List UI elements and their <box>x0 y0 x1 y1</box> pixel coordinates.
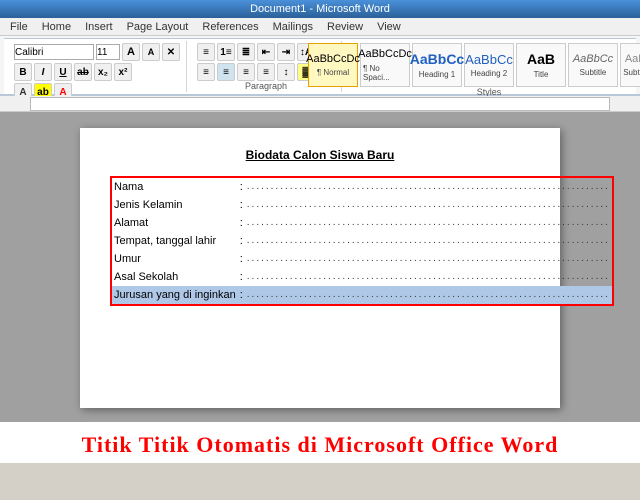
bullets-btn[interactable]: ≡ <box>197 43 215 61</box>
strikethrough-btn[interactable]: ab <box>74 63 92 81</box>
field-row-alamat: Alamat : ...............................… <box>111 214 613 232</box>
colon-2: : <box>238 196 245 214</box>
align-left-btn[interactable]: ≡ <box>197 63 215 81</box>
field-label-alamat: Alamat <box>111 214 238 232</box>
align-right-btn[interactable]: ≡ <box>237 63 255 81</box>
style-subtle-label: Subtle Em... <box>623 68 640 77</box>
menu-references[interactable]: References <box>196 20 264 34</box>
dots-5: ........................................… <box>245 250 613 268</box>
align-center-btn[interactable]: ≡ <box>217 63 235 81</box>
style-normal-preview: AaBbCcDc <box>306 53 360 66</box>
dots-1: ........................................… <box>245 177 613 196</box>
justify-btn[interactable]: ≡ <box>257 63 275 81</box>
menu-pagelayout[interactable]: Page Layout <box>121 20 195 34</box>
style-normal[interactable]: AaBbCcDc ¶ Normal <box>308 43 358 87</box>
superscript-btn[interactable]: x² <box>114 63 132 81</box>
style-title[interactable]: AaB Title <box>516 43 566 87</box>
dots-4: ........................................… <box>245 232 613 250</box>
menu-bar: File Home Insert Page Layout References … <box>0 18 640 36</box>
multilevel-btn[interactable]: ≣ <box>237 43 255 61</box>
title-bar-label: Document1 - Microsoft Word <box>250 3 390 15</box>
field-label-ttl: Tempat, tanggal lahir <box>111 232 238 250</box>
menu-insert[interactable]: Insert <box>79 20 119 34</box>
menu-review[interactable]: Review <box>321 20 369 34</box>
paragraph-group-label: Paragraph <box>245 81 287 92</box>
styles-controls: AaBbCcDc ¶ Normal AaBbCcDc ¶ No Spaci...… <box>308 43 640 87</box>
ruler <box>0 96 640 112</box>
dots-3: ........................................… <box>245 214 613 232</box>
colon-4: : <box>238 232 245 250</box>
field-row-nama: Nama : .................................… <box>111 177 613 196</box>
style-h2-preview: AaBbCc <box>465 52 513 68</box>
style-h1-preview: AaBbCc <box>410 51 464 68</box>
style-nospace[interactable]: AaBbCcDc ¶ No Spaci... <box>360 43 410 87</box>
field-label-asal: Asal Sekolah <box>111 268 238 286</box>
field-label-nama: Nama <box>111 177 238 196</box>
font-controls: A A ✕ B I U ab x₂ x² A ab <box>14 43 180 101</box>
style-nospace-label: ¶ No Spaci... <box>363 64 407 82</box>
menu-home[interactable]: Home <box>36 20 77 34</box>
increase-indent-btn[interactable]: ⇥ <box>277 43 295 61</box>
document-page: Biodata Calon Siswa Baru Nama : ........… <box>80 128 560 408</box>
colon-7: : <box>238 286 245 305</box>
colon-5: : <box>238 250 245 268</box>
field-label-umur: Umur <box>111 250 238 268</box>
document-area: Biodata Calon Siswa Baru Nama : ........… <box>0 112 640 422</box>
field-row-asal: Asal Sekolah : .........................… <box>111 268 613 286</box>
decrease-indent-btn[interactable]: ⇤ <box>257 43 275 61</box>
dots-7: ........................................… <box>245 286 613 305</box>
style-subtitle-preview: AaBbCc <box>573 53 613 66</box>
form-table: Nama : .................................… <box>110 176 614 306</box>
ruler-inner <box>30 97 610 111</box>
dots-6: ........................................… <box>245 268 613 286</box>
style-h1[interactable]: AaBbCc Heading 1 <box>412 43 462 87</box>
style-h2[interactable]: AaBbCc Heading 2 <box>464 43 514 87</box>
font-size-input[interactable] <box>96 44 120 60</box>
ribbon: A A ✕ B I U ab x₂ x² A ab <box>0 36 640 96</box>
style-normal-label: ¶ Normal <box>317 68 349 77</box>
field-row-jk: Jenis Kelamin : ........................… <box>111 196 613 214</box>
menu-mailings[interactable]: Mailings <box>267 20 319 34</box>
field-row-umur: Umur : .................................… <box>111 250 613 268</box>
grow-font-btn[interactable]: A <box>122 43 140 61</box>
line-spacing-btn[interactable]: ↕ <box>277 63 295 81</box>
ribbon-group-styles: AaBbCcDc ¶ Normal AaBbCcDc ¶ No Spaci...… <box>346 41 632 92</box>
style-h2-label: Heading 2 <box>471 69 507 78</box>
subscript-btn[interactable]: x₂ <box>94 63 112 81</box>
title-bar: Document1 - Microsoft Word <box>0 0 640 18</box>
italic-btn[interactable]: I <box>34 63 52 81</box>
style-subtle-preview: AaBbCc <box>625 53 640 66</box>
ribbon-group-font: A A ✕ B I U ab x₂ x² A ab <box>8 41 187 92</box>
table-row: Nama : .................................… <box>110 176 614 306</box>
bold-btn[interactable]: B <box>14 63 32 81</box>
underline-btn[interactable]: U <box>54 63 72 81</box>
numbering-btn[interactable]: 1≡ <box>217 43 235 61</box>
ribbon-content: A A ✕ B I U ab x₂ x² A ab <box>4 38 636 94</box>
font-family-input[interactable] <box>14 44 94 60</box>
clear-format-btn[interactable]: ✕ <box>162 43 180 61</box>
style-nospace-preview: AaBbCcDc <box>358 48 412 61</box>
dots-2: ........................................… <box>245 196 613 214</box>
page-title: Biodata Calon Siswa Baru <box>110 148 530 162</box>
bottom-text-label: Titik Titik Otomatis di Microsoft Office… <box>82 432 559 457</box>
style-subtitle[interactable]: AaBbCc Subtitle <box>568 43 618 87</box>
style-title-label: Title <box>534 70 549 79</box>
style-title-preview: AaB <box>527 51 555 68</box>
shrink-font-btn[interactable]: A <box>142 43 160 61</box>
style-subtle[interactable]: AaBbCc Subtle Em... <box>620 43 640 87</box>
style-subtitle-label: Subtitle <box>580 68 607 77</box>
style-h1-label: Heading 1 <box>419 70 455 79</box>
colon-3: : <box>238 214 245 232</box>
colon-6: : <box>238 268 245 286</box>
field-row-ttl: Tempat, tanggal lahir : ................… <box>111 232 613 250</box>
menu-file[interactable]: File <box>4 20 34 34</box>
field-label-jk: Jenis Kelamin <box>111 196 238 214</box>
field-row-jurusan: Jurusan yang di inginkan : .............… <box>111 286 613 305</box>
field-label-jurusan: Jurusan yang di inginkan <box>111 286 238 305</box>
menu-view[interactable]: View <box>371 20 407 34</box>
bottom-text-area: Titik Titik Otomatis di Microsoft Office… <box>0 422 640 463</box>
colon-1: : <box>238 177 245 196</box>
